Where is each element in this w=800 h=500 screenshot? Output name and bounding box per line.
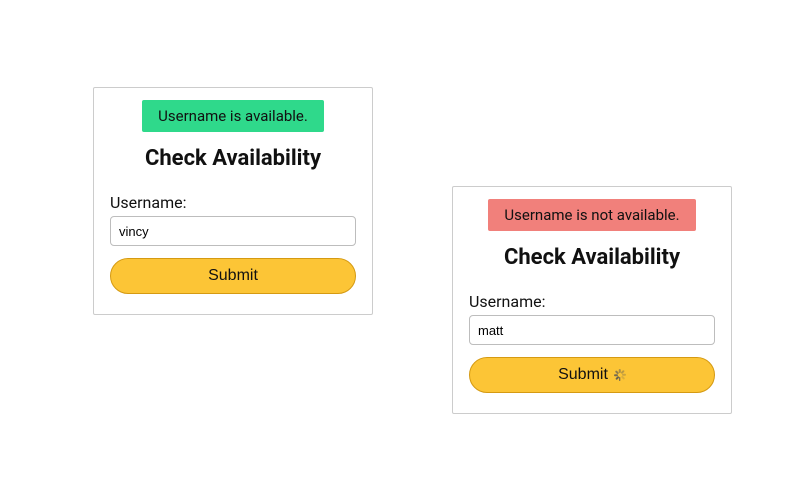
- form-title: Check Availability: [469, 245, 715, 270]
- status-banner-unavailable: Username is not available.: [488, 199, 695, 231]
- loading-spinner-icon: [614, 369, 626, 381]
- submit-button-label: Submit: [208, 267, 258, 285]
- form-title: Check Availability: [110, 146, 356, 171]
- username-label: Username:: [110, 193, 356, 212]
- availability-form: Username is available. Check Availabilit…: [93, 87, 373, 315]
- username-input[interactable]: [110, 216, 356, 246]
- username-label: Username:: [469, 292, 715, 311]
- submit-button-label: Submit: [558, 366, 608, 384]
- submit-button[interactable]: Submit: [110, 258, 356, 294]
- availability-form: Username is not available. Check Availab…: [452, 186, 732, 414]
- submit-button[interactable]: Submit: [469, 357, 715, 393]
- status-banner-available: Username is available.: [142, 100, 324, 132]
- username-input[interactable]: [469, 315, 715, 345]
